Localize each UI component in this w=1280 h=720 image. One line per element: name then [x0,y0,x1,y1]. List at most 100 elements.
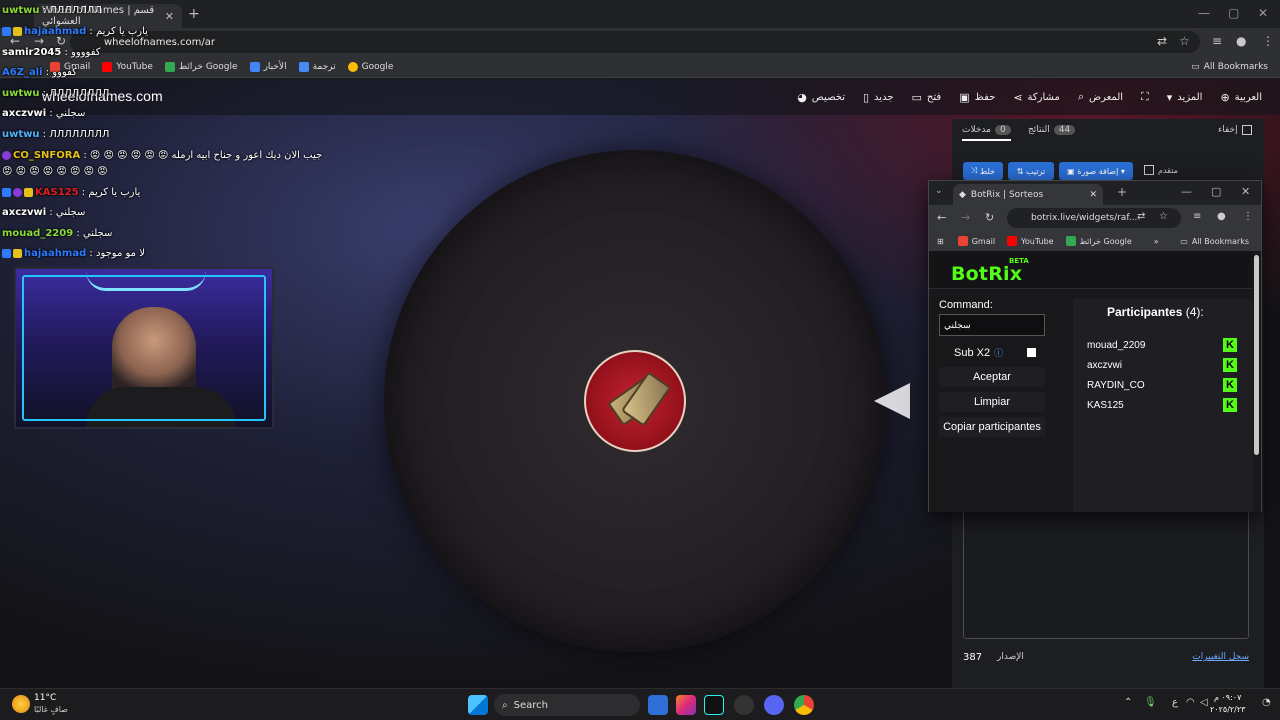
tab-close-icon[interactable]: ✕ [165,10,174,23]
nav-customize[interactable]: ◕ تخصيص [797,91,845,104]
nav-gallery[interactable]: ⌕ المعرض [1078,90,1123,104]
taskbar-search[interactable]: ⌕ Search [494,694,640,716]
copy-participants-button[interactable]: Copiar participantes [939,417,1045,437]
bookmark-maps[interactable]: خرائط Google [164,61,238,72]
instagram-icon[interactable] [676,695,696,715]
entries-textarea[interactable] [963,509,1249,639]
chat-username: uwtwu [2,129,40,140]
tab-entries[interactable]: مدخلات 0 [962,125,1011,141]
menu-kebab-icon[interactable]: ⋮ [1262,34,1274,48]
star-icon[interactable]: ☆ [1179,34,1190,48]
entries-count-badge: 0 [994,125,1011,135]
volume-icon[interactable]: ◁ [1200,697,1208,708]
advanced-checkbox[interactable] [1144,165,1154,175]
translate-icon[interactable]: ⇄ [1157,34,1167,48]
apps-grid-icon[interactable]: ⊞ [937,237,944,246]
wifi-icon[interactable]: ◠ [1186,697,1195,708]
tab-results[interactable]: النتائج 44 [1028,125,1076,135]
bookmark-youtube[interactable]: YouTube [102,61,153,72]
hide-checkbox[interactable] [1241,125,1252,135]
tray-chevron-icon[interactable]: ⌃ [1124,697,1132,708]
minimize-icon[interactable]: — [1198,6,1210,20]
chatgpt-icon[interactable] [734,695,754,715]
reading-list-icon[interactable]: ≡ [1212,34,1222,48]
botrix-header: BotRix BETA [929,251,1253,289]
chat-username: KAS125 [35,187,79,198]
popup-reading-icon[interactable]: ≡ [1193,211,1201,222]
address-bar[interactable]: wheelofnames.com/ar [70,31,1200,53]
bookmark-news[interactable]: الأخبار [249,61,287,72]
wheel-center-image[interactable] [584,350,686,452]
bookmark-translate[interactable]: ترجمة [298,61,336,72]
popup-maximize-icon[interactable]: ▢ [1211,185,1221,198]
weather-icon[interactable] [12,695,30,713]
popup-bookmark-maps[interactable]: خرائط Google [1065,236,1132,246]
popup-translate-icon[interactable]: ⇄ [1137,211,1145,222]
popup-scrollbar[interactable] [1254,255,1259,455]
popup-reload-icon[interactable]: ↻ [985,211,994,224]
hide-toggle[interactable]: إخفاء [1218,125,1252,135]
windows-start-icon[interactable] [468,695,488,715]
nav-new[interactable]: ▯ جديد [863,91,894,104]
bookmark-google[interactable]: Google [347,61,393,72]
tab-search-icon[interactable]: ⌄ [935,186,943,196]
nav-open[interactable]: ▭ فتح [912,91,942,104]
popup-star-icon[interactable]: ☆ [1159,211,1168,222]
popup-avatar-icon[interactable]: ● [1217,211,1226,222]
nav-share[interactable]: ⋖ مشاركة [1013,91,1060,104]
popup-bookmark-gmail[interactable]: Gmail [957,236,995,246]
version-label: الإصدار [997,652,1024,662]
accept-button[interactable]: Aceptar [939,367,1045,387]
clock-time[interactable]: ٠٩:٠٧ م [1214,693,1241,702]
nav-fullscreen[interactable]: ⛶ [1141,90,1149,104]
more-bookmarks-icon[interactable]: » [1154,237,1159,246]
url-text: wheelofnames.com/ar [104,36,215,48]
clear-button[interactable]: Limpiar [939,392,1045,412]
tiktok-icon[interactable] [704,695,724,715]
chat-message: سجلني [82,228,113,239]
popup-tab-close-icon[interactable]: ✕ [1089,190,1097,200]
badge-icon [13,187,22,197]
store-icon[interactable] [648,695,668,715]
popup-new-tab-icon[interactable]: + [1117,185,1127,199]
changelog-link[interactable]: سجل التغييرات [1192,652,1249,662]
webcam-frame [22,275,266,421]
chat-message: لا مو موجود [95,248,145,259]
info-icon[interactable]: ⓘ [994,346,1003,359]
popup-address-bar[interactable]: botrix.live/widgets/raf... [1007,208,1181,228]
popup-toolbar: ← → ↻ botrix.live/widgets/raf... ⇄ ☆ ≡ ●… [929,205,1261,231]
folder-icon: ▭ [1191,61,1200,72]
clock-date[interactable]: ٢٠٢٥/٢/٢٣ [1210,705,1245,714]
chat-message: يارب يا كريم [95,26,148,37]
command-input[interactable]: سجلني [939,314,1045,336]
popup-all-bookmarks[interactable]: ▭ All Bookmarks [1180,237,1249,246]
discord-icon[interactable] [764,695,784,715]
weather-temp: 11°C [34,693,57,703]
profile-avatar-icon[interactable]: ● [1236,34,1246,48]
popup-bookmark-youtube[interactable]: YouTube [1007,236,1054,246]
popup-back-icon[interactable]: ← [937,211,946,224]
add-image-button[interactable]: ▣ إضافة صورة ▾ [1059,162,1133,180]
advanced-toggle[interactable]: متقدم [1144,165,1178,175]
popup-tab[interactable]: ◆ BotRix | Sorteos ✕ [953,184,1103,205]
close-window-icon[interactable]: ✕ [1258,6,1268,20]
chat-line: mouad_2209 : سجلني [2,228,113,239]
sort-button[interactable]: ⇅ ترتيب [1008,162,1054,180]
keyboard-language[interactable]: ع [1172,697,1178,708]
shuffle-button[interactable]: ⤨ خلط [963,162,1003,180]
all-bookmarks[interactable]: ▭ All Bookmarks [1191,62,1268,72]
mic-icon[interactable]: 🎙 [1144,697,1157,708]
nav-save[interactable]: ▣ حفظ [959,91,995,104]
popup-menu-icon[interactable]: ⋮ [1243,211,1253,222]
popup-close-icon[interactable]: ✕ [1241,185,1250,198]
subx2-checkbox[interactable] [1027,348,1037,357]
new-tab-icon[interactable]: + [188,6,200,22]
popup-forward-icon[interactable]: → [961,211,970,224]
chat-username: A6Z_ali [2,67,43,78]
notifications-icon[interactable]: ◔ [1262,697,1271,708]
maximize-icon[interactable]: ▢ [1228,6,1239,20]
nav-language[interactable]: ⊕ العربية [1220,91,1262,104]
nav-more[interactable]: ▾ المزيد [1167,91,1203,104]
popup-minimize-icon[interactable]: — [1181,185,1192,198]
chrome-icon[interactable] [794,695,814,715]
